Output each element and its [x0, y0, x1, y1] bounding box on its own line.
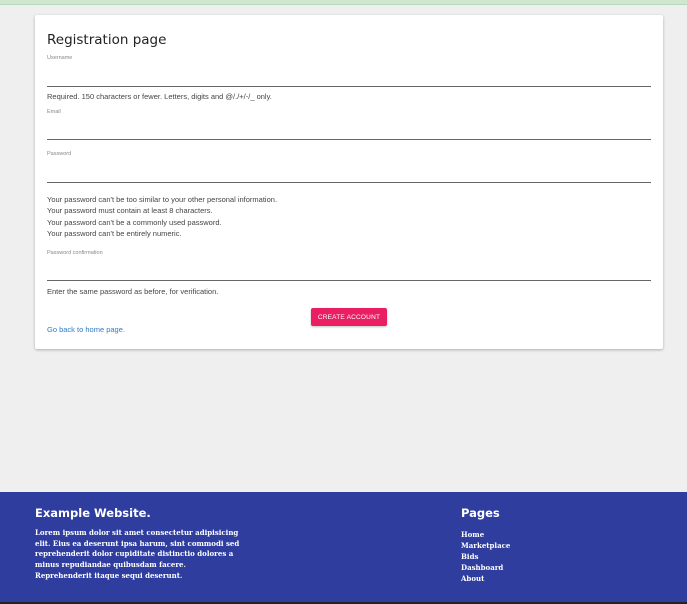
password-input[interactable]	[47, 182, 651, 183]
footer-description: Lorem ipsum dolor sit amet consectetur a…	[35, 528, 240, 580]
footer: Example Website. Lorem ipsum dolor sit a…	[0, 492, 687, 604]
username-label: Username	[47, 55, 73, 61]
email-field: Email	[47, 109, 651, 140]
registration-card: Registration page Username Required. 150…	[35, 15, 663, 349]
footer-link-item: Marketplace	[461, 540, 510, 551]
password-help-line: Your password must contain at least 8 ch…	[47, 206, 213, 216]
email-input[interactable]	[47, 139, 651, 140]
password-help: Your password can't be too similar to yo…	[47, 194, 277, 240]
username-help: Required. 150 characters or fewer. Lette…	[47, 92, 272, 101]
password-help-line: Your password can't be a commonly used p…	[47, 217, 222, 227]
create-account-button[interactable]: CREATE ACCOUNT	[311, 308, 387, 326]
footer-link-dashboard[interactable]: Dashboard	[461, 563, 503, 572]
footer-link-bids[interactable]: Bids	[461, 552, 478, 561]
footer-link-item: Bids	[461, 551, 510, 562]
footer-pages-title: Pages	[461, 506, 500, 520]
password-confirmation-input[interactable]	[47, 280, 651, 281]
password-label: Password	[47, 151, 72, 157]
password-help-line: Your password can't be too similar to yo…	[47, 195, 278, 204]
email-label: Email	[47, 109, 61, 115]
footer-link-home[interactable]: Home	[461, 530, 484, 539]
footer-link-item: Home	[461, 529, 510, 540]
page-title: Registration page	[47, 32, 167, 48]
password-help-line: Your password can't be entirely numeric.	[47, 229, 182, 239]
footer-brand: Example Website.	[35, 506, 151, 520]
password-confirmation-field: Password confirmation	[47, 250, 651, 281]
password-confirmation-label: Password confirmation	[47, 250, 103, 256]
password-confirmation-help: Enter the same password as before, for v…	[47, 287, 219, 296]
top-strip	[0, 0, 687, 5]
username-input[interactable]	[47, 86, 651, 87]
footer-link-item: Dashboard	[461, 562, 510, 573]
password-field: Password	[47, 151, 651, 183]
footer-link-about[interactable]: About	[461, 574, 484, 583]
home-link[interactable]: Go back to home page.	[47, 325, 125, 334]
username-field: Username	[47, 55, 651, 87]
footer-link-marketplace[interactable]: Marketplace	[461, 541, 510, 550]
footer-link-item: About	[461, 573, 510, 584]
footer-links: Home Marketplace Bids Dashboard About	[461, 529, 510, 584]
